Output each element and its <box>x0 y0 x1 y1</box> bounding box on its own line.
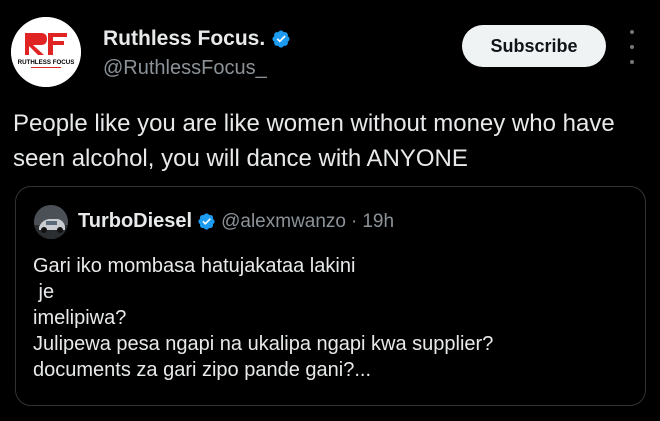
ruthless-focus-logo: RUTHLESS FOCUS <box>11 17 81 87</box>
author-avatar[interactable]: RUTHLESS FOCUS <box>11 17 81 87</box>
quote-header: TurboDiesel @alexmwanzo · 19h <box>78 210 394 233</box>
quote-text-line: Gari iko mombasa hatujakataa lakini <box>33 255 356 277</box>
quote-author-name[interactable]: TurboDiesel <box>78 210 192 233</box>
author-name-row: Ruthless Focus. <box>103 24 291 54</box>
tweet-author: Ruthless Focus. @RuthlessFocus_ <box>103 24 291 80</box>
tweet-text: People like you are like women without m… <box>13 110 615 172</box>
verified-badge-icon <box>198 213 215 230</box>
quoted-tweet-card[interactable]: TurboDiesel @alexmwanzo · 19h Gari iko m… <box>15 186 646 406</box>
more-dot <box>630 45 634 49</box>
car-photo-avatar <box>34 205 68 239</box>
quote-author-avatar[interactable] <box>34 205 68 239</box>
quote-text-line: documents za gari zipo pande gani?... <box>33 359 371 381</box>
subscribe-button[interactable]: Subscribe <box>462 25 606 67</box>
quote-author-handle[interactable]: @alexmwanzo <box>221 211 346 233</box>
author-handle[interactable]: @RuthlessFocus_ <box>103 57 291 80</box>
quote-text-line: Julipewa pesa ngapi na ukalipa ngapi kwa… <box>33 333 494 355</box>
quote-text: Gari iko mombasa hatujakataa lakini je i… <box>33 253 633 383</box>
quote-text-line: imelipiwa? <box>33 307 127 329</box>
author-name[interactable]: Ruthless Focus. <box>103 27 265 51</box>
quote-timestamp[interactable]: 19h <box>362 211 394 233</box>
more-vertical-icon[interactable] <box>624 30 640 64</box>
quote-text-line: je <box>33 281 55 303</box>
separator-dot: · <box>351 210 358 232</box>
svg-text:RUTHLESS FOCUS: RUTHLESS FOCUS <box>18 59 75 66</box>
more-dot <box>630 30 634 34</box>
verified-badge-icon <box>272 30 290 48</box>
more-dot <box>630 60 634 64</box>
